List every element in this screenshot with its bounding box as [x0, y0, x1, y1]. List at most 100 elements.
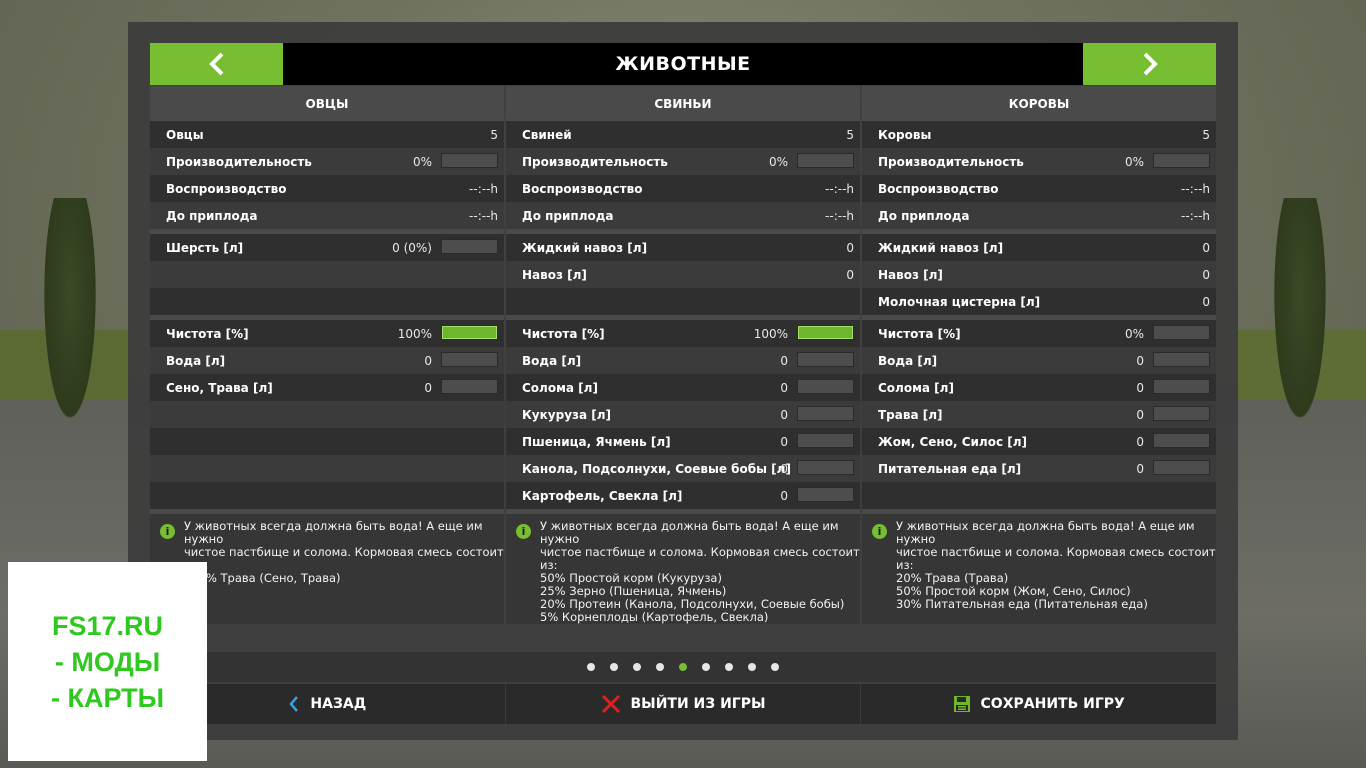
stat-label: Трава [л] [878, 407, 943, 422]
stat-label: Свиней [522, 127, 572, 142]
stat-label: Чистота [%] [878, 326, 961, 341]
stat-value: 0 [846, 240, 854, 255]
info-line: У животных всегда должна быть вода! А ещ… [896, 519, 1195, 546]
stat-row: Картофель, Свекла [л] 0 [506, 482, 860, 509]
page-dot[interactable] [771, 663, 779, 671]
stat-label: Вода [л] [522, 353, 582, 368]
info-line: чистое пастбище и солома. Кормовая смесь… [540, 545, 860, 559]
stat-row [506, 288, 860, 315]
stat-row [150, 288, 504, 315]
level-bar [797, 379, 854, 394]
stat-value: 0 [1136, 461, 1144, 476]
stat-row: Трава [л] 0 [862, 401, 1216, 428]
quit-game-button-label: ВЫЙТИ ИЗ ИГРЫ [630, 696, 766, 712]
stat-value: 0% [1124, 154, 1144, 169]
stat-row [150, 261, 504, 288]
stat-label: До приплода [522, 208, 614, 223]
stat-value: 0 [780, 488, 788, 503]
stat-value: 0 [1136, 380, 1144, 395]
level-bar [441, 153, 498, 168]
stat-row: Навоз [л] 0 [862, 261, 1216, 288]
stat-row: Жидкий навоз [л] 0 [506, 234, 860, 261]
stat-label: Чистота [%] [166, 326, 249, 341]
background-tree [1270, 198, 1330, 438]
animal-column: СВИНЬИ Свиней 5 Производительность 0% Воспрои… [506, 86, 860, 624]
prev-page-button[interactable] [150, 43, 283, 85]
level-bar [441, 352, 498, 367]
level-bar [441, 379, 498, 394]
stat-row: Чистота [%] 100% [506, 320, 860, 347]
page-dot[interactable] [679, 663, 687, 671]
stat-value: --:--h [1181, 208, 1210, 223]
stat-row: Солома [л] 0 [862, 374, 1216, 401]
stat-row: Овцы 5 [150, 121, 504, 148]
stat-label: Пшеница, Ячмень [л] [522, 434, 671, 449]
stat-row: Производительность 0% [150, 148, 504, 175]
stat-value: 0 [1202, 240, 1210, 255]
level-bar [1153, 460, 1210, 475]
stat-label: Солома [л] [522, 380, 598, 395]
stat-value: 0 [780, 434, 788, 449]
stat-row: Питательная еда [л] 0 [862, 455, 1216, 482]
stat-label: Канола, Подсолнухи, Соевые бобы [л] [522, 461, 791, 476]
stat-value: --:--h [1181, 181, 1210, 196]
stat-value: 0 [1136, 353, 1144, 368]
stat-row: Свиней 5 [506, 121, 860, 148]
level-bar [1153, 406, 1210, 421]
stat-label: Шерсть [л] [166, 240, 244, 255]
next-page-button[interactable] [1083, 43, 1216, 85]
stat-row [150, 428, 504, 455]
stat-value: 100% [397, 326, 432, 341]
page-dot[interactable] [702, 663, 710, 671]
stat-value: 0% [1124, 326, 1144, 341]
pagination-strip [150, 652, 1216, 682]
stat-row: Солома [л] 0 [506, 374, 860, 401]
page-dot[interactable] [587, 663, 595, 671]
page-dot[interactable] [656, 663, 664, 671]
stat-row: Чистота [%] 100% [150, 320, 504, 347]
level-bar [1153, 352, 1210, 367]
stat-value: 0 [780, 353, 788, 368]
stat-value: 0 [424, 353, 432, 368]
level-bar [797, 406, 854, 421]
stat-row: Канола, Подсолнухи, Соевые бобы [л] 0 [506, 455, 860, 482]
stat-label: Овцы [166, 127, 204, 142]
stat-value: --:--h [825, 208, 854, 223]
page-dot[interactable] [748, 663, 756, 671]
stat-row: До приплода --:--h [150, 202, 504, 229]
column-title: ОВЦЫ [150, 86, 504, 121]
page-dot[interactable] [633, 663, 641, 671]
stat-value: --:--h [469, 208, 498, 223]
stat-value: 100% [753, 326, 788, 341]
close-icon [601, 694, 620, 714]
stat-row: Чистота [%] 0% [862, 320, 1216, 347]
stat-row: До приплода --:--h [506, 202, 860, 229]
stat-label: Жидкий навоз [л] [878, 240, 1004, 255]
stat-value: 0 [424, 380, 432, 395]
background-tree [40, 198, 100, 438]
level-bar [797, 487, 854, 502]
level-bar [1153, 153, 1210, 168]
stat-value: 0 [1136, 434, 1144, 449]
level-bar [441, 239, 498, 254]
stat-label: Производительность [166, 154, 312, 169]
watermark-line: - МОДЫ [54, 646, 161, 677]
stat-value: 5 [1202, 127, 1210, 142]
page-dot[interactable] [610, 663, 618, 671]
info-line: 30% Питательная еда (Питательная еда) [896, 597, 1148, 611]
quit-game-button[interactable]: ВЫЙТИ ИЗ ИГРЫ [506, 684, 862, 724]
stat-value: 0 [846, 267, 854, 282]
save-game-button[interactable]: СОХРАНИТЬ ИГРУ [861, 684, 1216, 724]
stat-label: До приплода [166, 208, 258, 223]
stat-row: Шерсть [л] 0 (0%) [150, 234, 504, 261]
chevron-left-icon [289, 696, 299, 712]
stat-value: --:--h [825, 181, 854, 196]
stat-row: Молочная цистерна [л] 0 [862, 288, 1216, 315]
stat-label: Вода [л] [878, 353, 938, 368]
page-dot[interactable] [725, 663, 733, 671]
stat-value: 0 [780, 380, 788, 395]
chevron-right-icon [1143, 52, 1158, 76]
level-bar [797, 153, 854, 168]
info-line: чистое пастбище и солома. Кормовая смесь… [896, 545, 1216, 559]
stat-label: Картофель, Свекла [л] [522, 488, 683, 503]
